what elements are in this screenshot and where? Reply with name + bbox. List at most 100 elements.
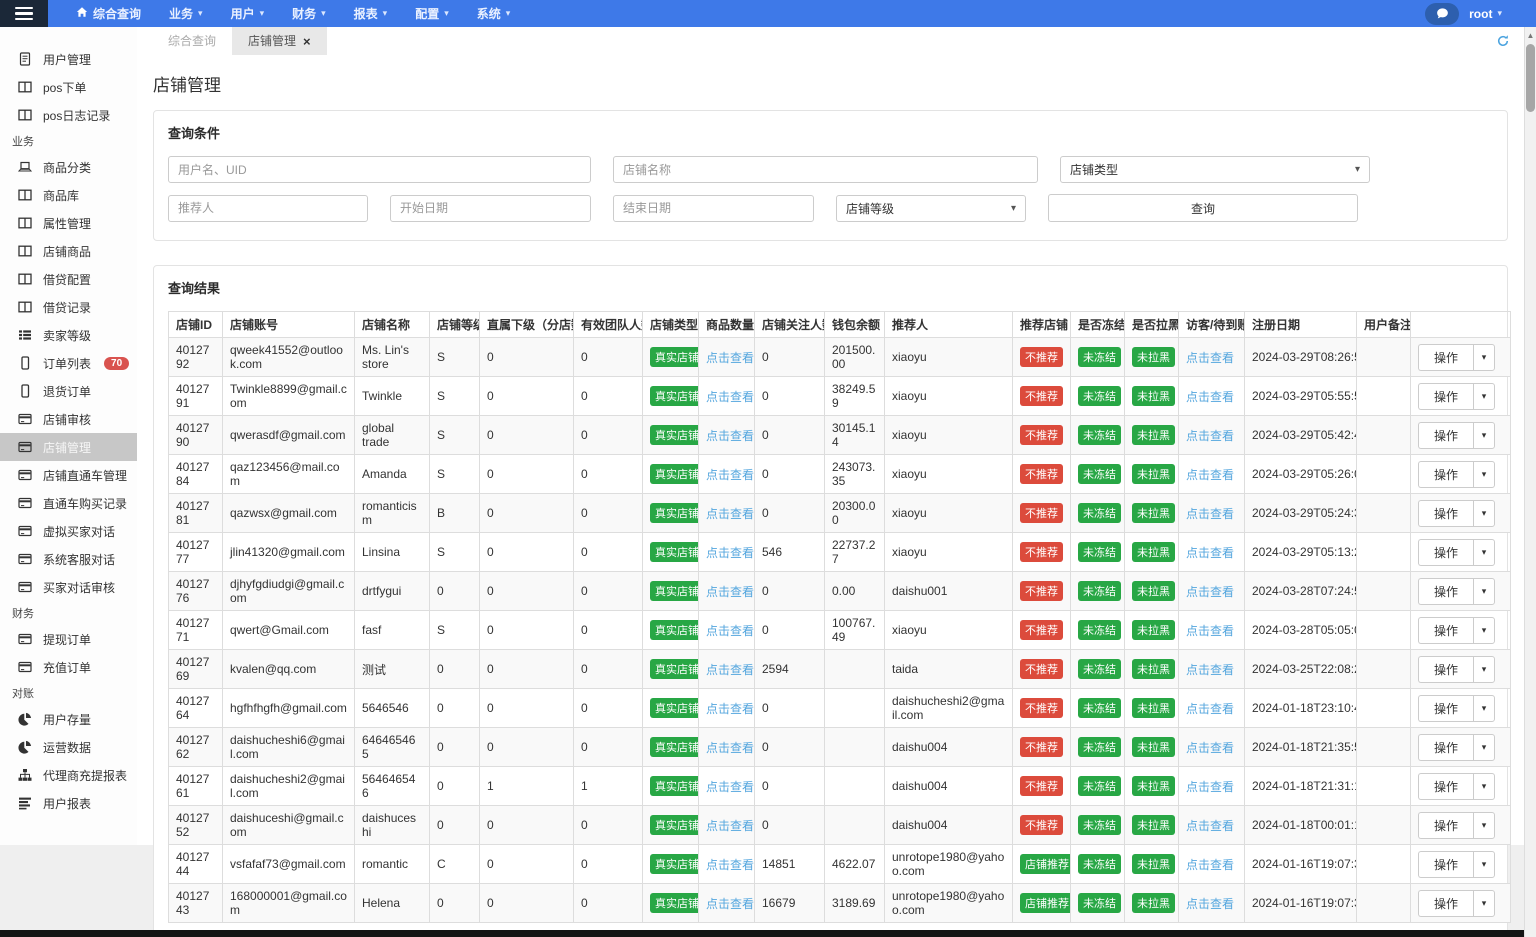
goods-view-link[interactable]: 点击查看 — [706, 546, 754, 560]
action-caret-button[interactable]: ▾ — [1473, 499, 1496, 527]
action-caret-button[interactable]: ▾ — [1473, 694, 1496, 722]
frozen-badge[interactable]: 未冻结 — [1078, 464, 1121, 484]
sidebar-item-借贷记录[interactable]: 借贷记录 — [0, 293, 137, 321]
goods-view-link[interactable]: 点击查看 — [706, 468, 754, 482]
sidebar-item-充值订单[interactable]: 充值订单 — [0, 653, 137, 681]
sidebar-item-退货订单[interactable]: 退货订单 — [0, 377, 137, 405]
blacklist-badge[interactable]: 未拉黑 — [1132, 737, 1175, 757]
visitors-view-link[interactable]: 点击查看 — [1186, 468, 1234, 482]
vertical-scrollbar[interactable]: ▲ — [1524, 27, 1536, 937]
recommend-badge[interactable]: 不推荐 — [1020, 464, 1063, 484]
action-caret-button[interactable]: ▾ — [1473, 460, 1496, 488]
frozen-badge[interactable]: 未冻结 — [1078, 776, 1121, 796]
blacklist-badge[interactable]: 未拉黑 — [1132, 854, 1175, 874]
visitors-view-link[interactable]: 点击查看 — [1186, 780, 1234, 794]
hamburger-menu-icon[interactable] — [0, 0, 48, 27]
frozen-badge[interactable]: 未冻结 — [1078, 659, 1121, 679]
action-button[interactable]: 操作 — [1418, 616, 1474, 644]
action-button[interactable]: 操作 — [1418, 811, 1474, 839]
action-caret-button[interactable]: ▾ — [1473, 772, 1496, 800]
frozen-badge[interactable]: 未冻结 — [1078, 893, 1121, 913]
sidebar-item-商品分类[interactable]: 商品分类 — [0, 153, 137, 181]
blacklist-badge[interactable]: 未拉黑 — [1132, 776, 1175, 796]
tab-店铺管理[interactable]: 店铺管理 × — [232, 27, 327, 55]
blacklist-badge[interactable]: 未拉黑 — [1132, 347, 1175, 367]
refresh-icon[interactable] — [1496, 34, 1510, 53]
sidebar-item-商品库[interactable]: 商品库 — [0, 181, 137, 209]
recommend-badge[interactable]: 不推荐 — [1020, 503, 1063, 523]
action-button[interactable]: 操作 — [1418, 772, 1474, 800]
nav-item-配置[interactable]: 配置 ▾ — [401, 0, 463, 27]
sidebar-item-pos下单[interactable]: pos下单 — [0, 73, 137, 101]
nav-item-财务[interactable]: 财务 ▾ — [278, 0, 340, 27]
goods-view-link[interactable]: 点击查看 — [706, 858, 754, 872]
referrer-input[interactable] — [168, 194, 368, 222]
frozen-badge[interactable]: 未冻结 — [1078, 503, 1121, 523]
sidebar-item-虚拟买家对话[interactable]: 虚拟买家对话 — [0, 517, 137, 545]
frozen-badge[interactable]: 未冻结 — [1078, 737, 1121, 757]
visitors-view-link[interactable]: 点击查看 — [1186, 663, 1234, 677]
sidebar-item-买家对话审核[interactable]: 买家对话审核 — [0, 573, 137, 601]
visitors-view-link[interactable]: 点击查看 — [1186, 819, 1234, 833]
sidebar-item-店铺审核[interactable]: 店铺审核 — [0, 405, 137, 433]
blacklist-badge[interactable]: 未拉黑 — [1132, 503, 1175, 523]
visitors-view-link[interactable]: 点击查看 — [1186, 585, 1234, 599]
close-icon[interactable]: × — [303, 35, 311, 48]
visitors-view-link[interactable]: 点击查看 — [1186, 429, 1234, 443]
sidebar-item-用户存量[interactable]: 用户存量 — [0, 705, 137, 733]
action-caret-button[interactable]: ▾ — [1473, 343, 1496, 371]
action-caret-button[interactable]: ▾ — [1473, 811, 1496, 839]
recommend-badge[interactable]: 不推荐 — [1020, 425, 1063, 445]
recommend-badge[interactable]: 不推荐 — [1020, 620, 1063, 640]
goods-view-link[interactable]: 点击查看 — [706, 741, 754, 755]
recommend-badge[interactable]: 不推荐 — [1020, 347, 1063, 367]
recommend-badge[interactable]: 不推荐 — [1020, 386, 1063, 406]
goods-view-link[interactable]: 点击查看 — [706, 819, 754, 833]
sidebar-item-借贷配置[interactable]: 借贷配置 — [0, 265, 137, 293]
goods-view-link[interactable]: 点击查看 — [706, 351, 754, 365]
sidebar-item-卖家等级[interactable]: 卖家等级 — [0, 321, 137, 349]
sidebar-item-店铺管理[interactable]: 店铺管理 — [0, 433, 137, 461]
sidebar-item-店铺直通车管理[interactable]: 店铺直通车管理 — [0, 461, 137, 489]
recommend-badge[interactable]: 不推荐 — [1020, 737, 1063, 757]
user-menu[interactable]: root ▾ — [1469, 7, 1502, 21]
start-date-input[interactable] — [390, 194, 591, 222]
frozen-badge[interactable]: 未冻结 — [1078, 698, 1121, 718]
goods-view-link[interactable]: 点击查看 — [706, 585, 754, 599]
visitors-view-link[interactable]: 点击查看 — [1186, 546, 1234, 560]
blacklist-badge[interactable]: 未拉黑 — [1132, 659, 1175, 679]
frozen-badge[interactable]: 未冻结 — [1078, 542, 1121, 562]
action-caret-button[interactable]: ▾ — [1473, 616, 1496, 644]
search-button[interactable]: 查询 — [1048, 194, 1358, 222]
action-caret-button[interactable]: ▾ — [1473, 889, 1496, 917]
action-caret-button[interactable]: ▾ — [1473, 577, 1496, 605]
visitors-view-link[interactable]: 点击查看 — [1186, 897, 1234, 911]
scroll-up-arrow-icon[interactable]: ▲ — [1525, 27, 1536, 40]
visitors-view-link[interactable]: 点击查看 — [1186, 390, 1234, 404]
recommend-badge[interactable]: 店铺推荐 — [1020, 893, 1070, 913]
recommend-badge[interactable]: 不推荐 — [1020, 776, 1063, 796]
goods-view-link[interactable]: 点击查看 — [706, 702, 754, 716]
action-button[interactable]: 操作 — [1418, 460, 1474, 488]
frozen-badge[interactable]: 未冻结 — [1078, 815, 1121, 835]
chat-icon[interactable] — [1425, 2, 1460, 25]
action-caret-button[interactable]: ▾ — [1473, 538, 1496, 566]
goods-view-link[interactable]: 点击查看 — [706, 429, 754, 443]
action-button[interactable]: 操作 — [1418, 499, 1474, 527]
scrollbar-thumb[interactable] — [1526, 44, 1535, 112]
visitors-view-link[interactable]: 点击查看 — [1186, 507, 1234, 521]
tab-综合查询[interactable]: 综合查询 — [152, 27, 232, 55]
visitors-view-link[interactable]: 点击查看 — [1186, 624, 1234, 638]
action-button[interactable]: 操作 — [1418, 694, 1474, 722]
recommend-badge[interactable]: 店铺推荐 — [1020, 854, 1070, 874]
visitors-view-link[interactable]: 点击查看 — [1186, 351, 1234, 365]
sidebar-item-直通车购买记录[interactable]: 直通车购买记录 — [0, 489, 137, 517]
action-button[interactable]: 操作 — [1418, 733, 1474, 761]
action-button[interactable]: 操作 — [1418, 655, 1474, 683]
blacklist-badge[interactable]: 未拉黑 — [1132, 581, 1175, 601]
goods-view-link[interactable]: 点击查看 — [706, 663, 754, 677]
frozen-badge[interactable]: 未冻结 — [1078, 854, 1121, 874]
action-caret-button[interactable]: ▾ — [1473, 850, 1496, 878]
recommend-badge[interactable]: 不推荐 — [1020, 815, 1063, 835]
sidebar-item-代理商充提报表[interactable]: 代理商充提报表 — [0, 761, 137, 789]
